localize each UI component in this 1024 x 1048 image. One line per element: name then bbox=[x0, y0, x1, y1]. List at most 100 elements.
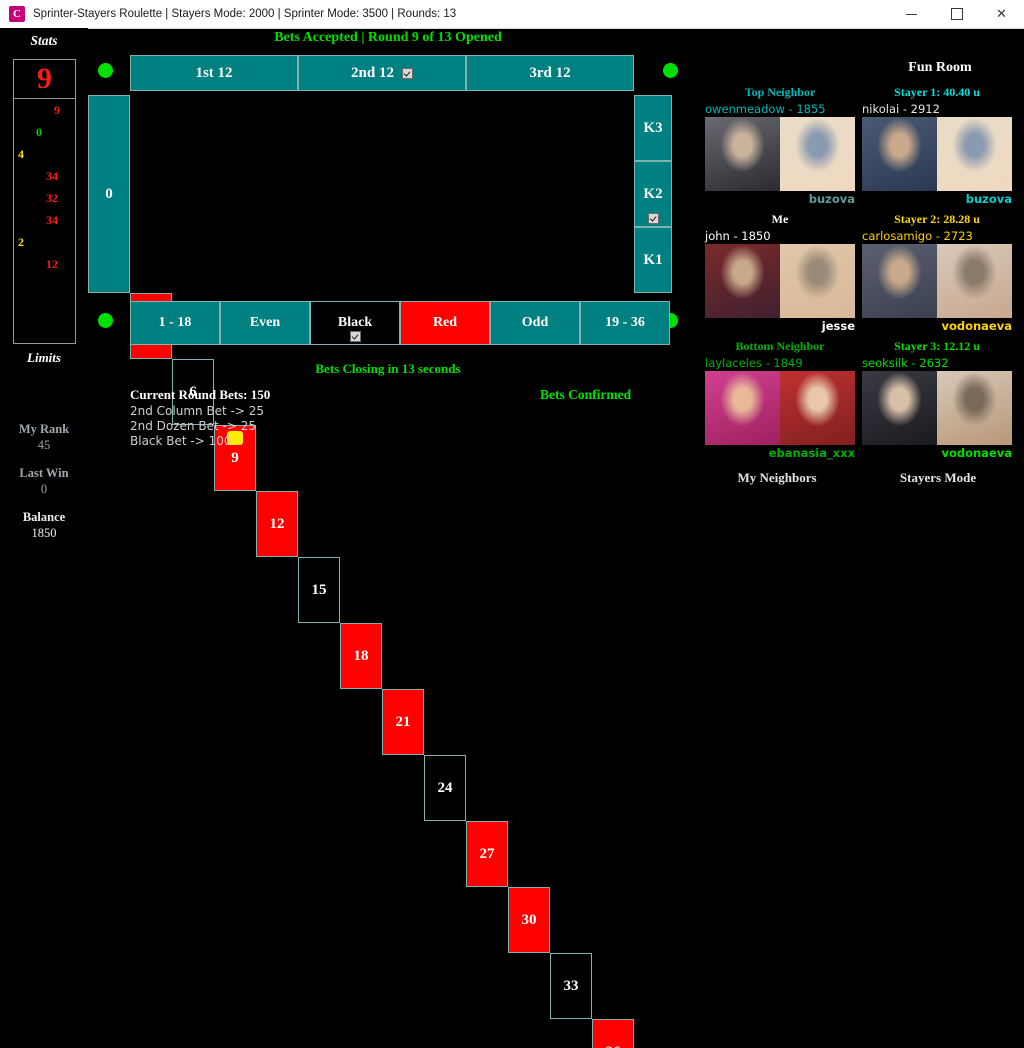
outside-bet-label: Odd bbox=[522, 315, 548, 331]
number-cell-12[interactable]: 12 bbox=[256, 491, 298, 557]
player-avatar bbox=[862, 117, 937, 191]
column-bet-label: K3 bbox=[643, 120, 662, 137]
number-label: 30 bbox=[522, 912, 537, 929]
column-bet-K1[interactable]: K1 bbox=[634, 227, 672, 293]
dozen-label: 1st 12 bbox=[195, 65, 232, 82]
title-bar: C Sprinter-Stayers Roulette | Stayers Mo… bbox=[0, 0, 1024, 29]
player-cell: Stayer 2: 28.28 ucarlosamigo - 2723vodon… bbox=[862, 212, 1012, 333]
zero-bet-cell[interactable]: 0 bbox=[88, 95, 130, 293]
outside-bet-label: Even bbox=[250, 315, 280, 331]
balance-label: Balance bbox=[0, 510, 88, 525]
player-cell-bottom-name: vodonaeva bbox=[862, 319, 1012, 333]
outside-bet-label: 1 - 18 bbox=[159, 315, 192, 331]
bets-confirmed-status: Bets Confirmed bbox=[540, 387, 631, 403]
number-cell-24[interactable]: 24 bbox=[424, 755, 466, 821]
number-label: 12 bbox=[270, 516, 285, 533]
player-photos bbox=[862, 371, 1012, 445]
history-item: 2 bbox=[14, 231, 75, 253]
stats-title: Stats bbox=[0, 33, 88, 49]
dozen-label: 2nd 12 bbox=[351, 65, 394, 82]
close-icon: ✕ bbox=[996, 8, 1007, 21]
history-item: 4 bbox=[14, 143, 75, 165]
bet-line: 2nd Dozen Bet -> 25 bbox=[130, 419, 264, 434]
outside-bet-label: Black bbox=[338, 315, 372, 331]
history-item: 0 bbox=[14, 121, 75, 143]
player-avatar bbox=[780, 371, 855, 445]
app-icon: C bbox=[9, 6, 25, 22]
dozen-bet-3[interactable]: 3rd 12 bbox=[466, 55, 634, 91]
player-avatar bbox=[780, 244, 855, 318]
close-button[interactable]: ✕ bbox=[979, 0, 1024, 28]
player-cell-name: owenmeadow - 1855 bbox=[705, 102, 855, 116]
player-photos bbox=[862, 117, 1012, 191]
my-rank-label: My Rank bbox=[0, 422, 88, 437]
limits-title: Limits bbox=[0, 350, 88, 366]
number-label: 9 bbox=[231, 450, 239, 467]
roulette-app-window: C Sprinter-Stayers Roulette | Stayers Mo… bbox=[0, 0, 1024, 524]
outside-bet-label: 19 - 36 bbox=[605, 315, 645, 331]
status-dot-left-1 bbox=[98, 313, 113, 328]
outside-bet-even[interactable]: Even bbox=[220, 301, 310, 345]
history-item: 34 bbox=[14, 165, 75, 187]
player-cell-name: nikolai - 2912 bbox=[862, 102, 1012, 116]
balance-value: 1850 bbox=[0, 526, 88, 541]
number-label: 36 bbox=[606, 1044, 621, 1048]
player-cell-bottom-name: ebanasia_xxx bbox=[705, 446, 855, 460]
player-cell-bottom-name: buzova bbox=[705, 192, 855, 206]
last-win-block: Last Win 0 bbox=[0, 466, 88, 497]
window-title: Sprinter-Stayers Roulette | Stayers Mode… bbox=[33, 8, 456, 20]
bet-placed-checkbox-icon bbox=[350, 331, 361, 342]
my-rank-block: My Rank 45 bbox=[0, 422, 88, 453]
last-number-value: 9 bbox=[37, 64, 52, 94]
player-cell-name: laylaceles - 1849 bbox=[705, 356, 855, 370]
player-photos bbox=[862, 244, 1012, 318]
status-dot-right-0 bbox=[663, 63, 678, 78]
dozen-bet-2[interactable]: 2nd 12 bbox=[298, 55, 466, 91]
outside-bet-odd[interactable]: Odd bbox=[490, 301, 580, 345]
player-cell: Bottom Neighborlaylaceles - 1849ebanasia… bbox=[705, 339, 855, 460]
player-cell: Top Neighborowenmeadow - 1855buzova bbox=[705, 85, 855, 206]
stats-panel: Stats 9 904343234212 Limits My Rank 45 L… bbox=[0, 28, 88, 524]
player-cell-bottom-name: vodonaeva bbox=[862, 446, 1012, 460]
player-cell: Mejohn - 1850jesse bbox=[705, 212, 855, 333]
balance-block: Balance 1850 bbox=[0, 510, 88, 541]
player-avatar bbox=[862, 244, 937, 318]
player-cell: Stayer 3: 12.12 useoksilk - 2632vodonaev… bbox=[862, 339, 1012, 460]
bet-line: Black Bet -> 100 bbox=[130, 434, 264, 449]
outside-bet-19---36[interactable]: 19 - 36 bbox=[580, 301, 670, 345]
last-number-box: 9 bbox=[13, 59, 76, 99]
number-cell-18[interactable]: 18 bbox=[340, 623, 382, 689]
bet-placed-checkbox-icon bbox=[402, 68, 413, 79]
number-cell-33[interactable]: 33 bbox=[550, 953, 592, 1019]
roulette-betting-board[interactable]: 1st 122nd 123rd 120369121518212427303336… bbox=[88, 55, 688, 355]
player-cell-title: Stayer 1: 40.40 u bbox=[862, 85, 1012, 100]
maximize-icon bbox=[951, 8, 963, 20]
column-bet-K3[interactable]: K3 bbox=[634, 95, 672, 161]
number-cell-21[interactable]: 21 bbox=[382, 689, 424, 755]
dozen-label: 3rd 12 bbox=[529, 65, 570, 82]
number-label: 21 bbox=[396, 714, 411, 731]
outside-bet-red[interactable]: Red bbox=[400, 301, 490, 345]
number-history-list: 904343234212 bbox=[13, 98, 76, 344]
last-win-value: 0 bbox=[0, 482, 88, 497]
player-cell-bottom-name: buzova bbox=[862, 192, 1012, 206]
history-item: 12 bbox=[14, 253, 75, 275]
column-bet-K2[interactable]: K2 bbox=[634, 161, 672, 227]
minimize-button[interactable] bbox=[889, 0, 934, 28]
column-bet-label: K2 bbox=[643, 186, 662, 203]
last-win-label: Last Win bbox=[0, 466, 88, 481]
number-cell-36[interactable]: 36 bbox=[592, 1019, 634, 1048]
number-cell-27[interactable]: 27 bbox=[466, 821, 508, 887]
outside-bet-black[interactable]: Black bbox=[310, 301, 400, 345]
dozen-bet-1[interactable]: 1st 12 bbox=[130, 55, 298, 91]
bets-closing-timer: Bets Closing in 13 seconds bbox=[88, 361, 688, 377]
number-cell-30[interactable]: 30 bbox=[508, 887, 550, 953]
player-cell-bottom-name: jesse bbox=[705, 319, 855, 333]
number-label: 27 bbox=[480, 846, 495, 863]
bet-line: 2nd Column Bet -> 25 bbox=[130, 404, 264, 419]
maximize-button[interactable] bbox=[934, 0, 979, 28]
player-cell-title: Stayer 2: 28.28 u bbox=[862, 212, 1012, 227]
outside-bet-1---18[interactable]: 1 - 18 bbox=[130, 301, 220, 345]
history-item: 9 bbox=[14, 99, 75, 121]
number-cell-15[interactable]: 15 bbox=[298, 557, 340, 623]
